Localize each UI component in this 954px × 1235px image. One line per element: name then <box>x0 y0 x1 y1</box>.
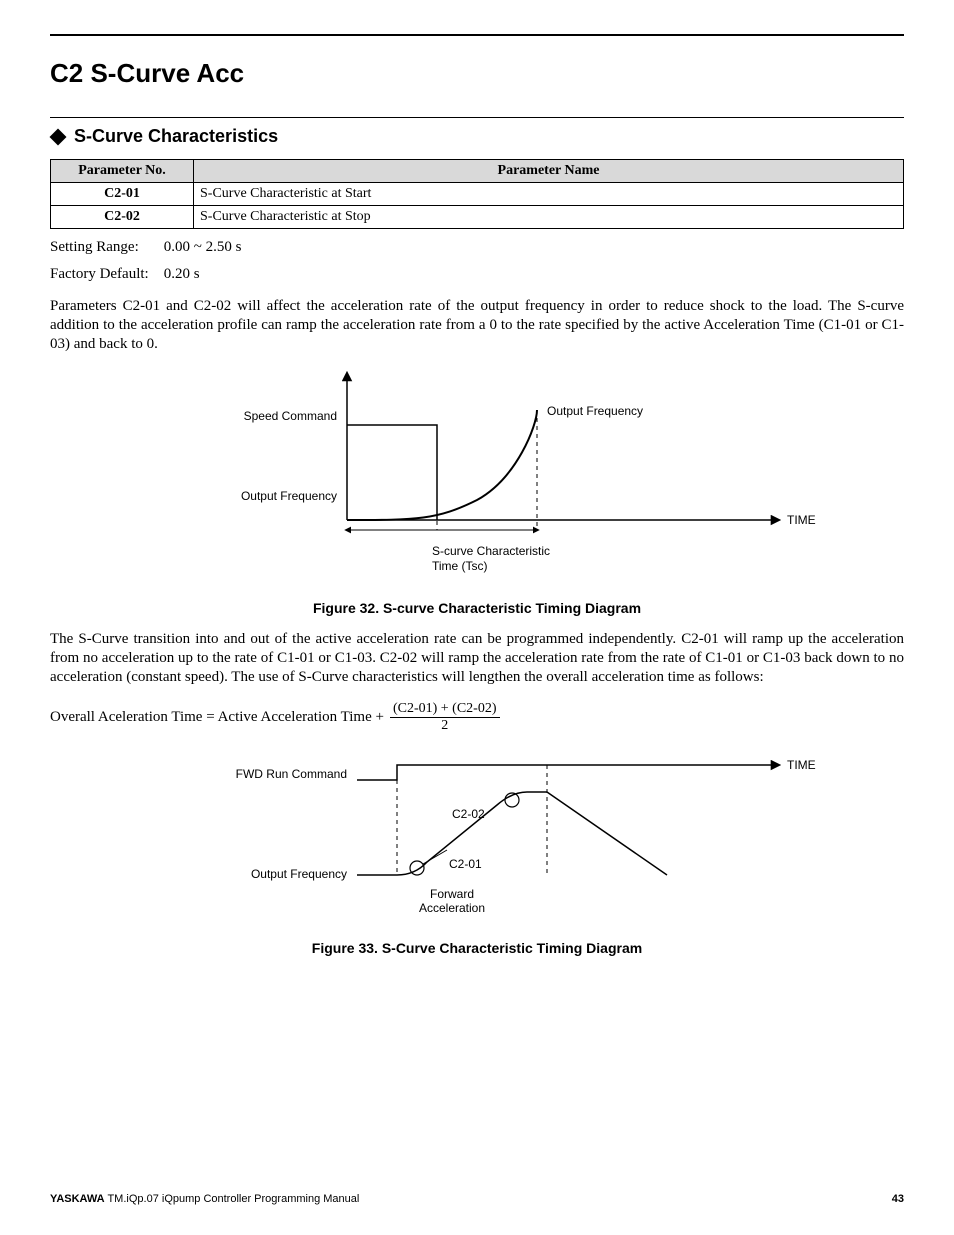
factory-default-value: 0.20 s <box>164 266 200 282</box>
label-forward-1: Forward <box>430 887 474 901</box>
label-scurve-time-2: Time (Tsc) <box>432 559 488 573</box>
label-forward-2: Acceleration <box>419 901 485 915</box>
cell-param-no: C2-02 <box>51 206 194 229</box>
paragraph-2: The S-Curve transition into and out of t… <box>50 630 904 687</box>
setting-range-value: 0.00 ~ 2.50 s <box>164 239 242 255</box>
factory-default-label: Factory Default: <box>50 266 160 283</box>
col-header-param-no: Parameter No. <box>51 160 194 183</box>
page-title: C2 S-Curve Acc <box>50 58 904 89</box>
figure-32-caption: Figure 32. S-curve Characteristic Timing… <box>50 600 904 616</box>
cell-param-no: C2-01 <box>51 183 194 206</box>
table-row: C2-01 S-Curve Characteristic at Start <box>51 183 904 206</box>
factory-default: Factory Default: 0.20 s <box>50 266 904 283</box>
label-fwd-run: FWD Run Command <box>236 767 347 781</box>
label-c2-01: C2-01 <box>449 857 482 871</box>
parameter-table: Parameter No. Parameter Name C2-01 S-Cur… <box>50 159 904 229</box>
label-speed-command: Speed Command <box>244 409 337 423</box>
footer-doc: TM.iQp.07 iQpump Controller Programming … <box>105 1193 360 1205</box>
top-rule <box>50 34 904 36</box>
figure-33-diagram: FWD Run Command Output Frequency TIME C2… <box>107 750 847 930</box>
footer-page-number: 43 <box>892 1193 904 1205</box>
label-scurve-time-1: S-curve Characteristic <box>432 544 550 558</box>
paragraph-1: Parameters C2-01 and C2-02 will affect t… <box>50 297 904 354</box>
section-heading: S-Curve Characteristics <box>74 126 278 147</box>
label-output-frequency-left: Output Frequency <box>241 489 337 503</box>
label-time: TIME <box>787 513 816 527</box>
formula-numerator: (C2-01) + (C2-02) <box>390 701 500 718</box>
page-footer: YASKAWA TM.iQp.07 iQpump Controller Prog… <box>50 1193 904 1205</box>
footer-left: YASKAWA TM.iQp.07 iQpump Controller Prog… <box>50 1193 359 1205</box>
label-time-2: TIME <box>787 758 816 772</box>
setting-range-label: Setting Range: <box>50 239 160 256</box>
cell-param-name: S-Curve Characteristic at Start <box>194 183 904 206</box>
col-header-param-name: Parameter Name <box>194 160 904 183</box>
figure-32-diagram: Speed Command Output Frequency Output Fr… <box>137 370 817 590</box>
section-heading-row: S-Curve Characteristics <box>50 126 904 147</box>
label-output-frequency-top: Output Frequency <box>547 404 643 418</box>
label-output-frequency: Output Frequency <box>251 867 347 881</box>
table-row: C2-02 S-Curve Characteristic at Stop <box>51 206 904 229</box>
label-c2-02: C2-02 <box>452 807 485 821</box>
formula: Overall Aceleration Time = Active Accele… <box>50 701 904 734</box>
formula-denominator: 2 <box>438 718 451 734</box>
document-page: C2 S-Curve Acc S-Curve Characteristics P… <box>0 0 954 1235</box>
table-header-row: Parameter No. Parameter Name <box>51 160 904 183</box>
cell-param-name: S-Curve Characteristic at Stop <box>194 206 904 229</box>
section-rule <box>50 117 904 118</box>
setting-range: Setting Range: 0.00 ~ 2.50 s <box>50 239 904 256</box>
diamond-icon <box>50 128 67 145</box>
formula-lhs: Overall Aceleration Time = Active Accele… <box>50 709 384 726</box>
figure-33-caption: Figure 33. S-Curve Characteristic Timing… <box>50 940 904 956</box>
footer-brand: YASKAWA <box>50 1193 105 1205</box>
formula-fraction: (C2-01) + (C2-02) 2 <box>390 701 500 734</box>
